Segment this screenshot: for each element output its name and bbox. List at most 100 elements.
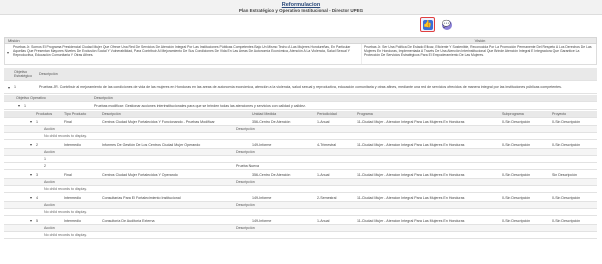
producto-row[interactable]: ▾ 5 Intermedio Consultoría De Auditoría Ext…: [4, 217, 597, 225]
accion-header: Acción Descripción: [4, 149, 597, 156]
accion-header: Acción Descripción: [4, 126, 597, 133]
producto-periodicidad: 1-Anual: [317, 172, 330, 177]
producto-tipo: Final: [64, 119, 72, 124]
vision-label: Visión: [474, 38, 486, 43]
accion-row[interactable]: 2 Prueba Nueva: [4, 163, 597, 170]
operativo-header: Objetivo Operativo Descripción: [4, 95, 597, 102]
comment-button[interactable]: 💬: [439, 17, 454, 32]
page-header: Reformulacion Plan Estratégico y Operati…: [0, 0, 602, 15]
collapse-toggle[interactable]: ▾: [14, 103, 22, 108]
col-accion: Acción: [44, 150, 55, 154]
operativo-row[interactable]: ▾ 1 Pruebas modificar: Gestionar accione…: [4, 102, 597, 110]
col-proyecto: Proyecto: [552, 112, 567, 116]
objetivo-numero: 1: [14, 85, 16, 89]
col-descripcion-producto: Descripción: [102, 112, 121, 116]
expand-toggle[interactable]: ▾: [26, 142, 34, 147]
producto-proyecto: Sin Descripción: [552, 172, 577, 177]
operativo-descripcion: Pruebas modificar: Gestionar acciones in…: [94, 103, 306, 108]
producto-descripcion: Centros Ciudad Mujer Fortalecidos Y Oper…: [102, 172, 178, 177]
accion-numero: 2: [44, 164, 46, 168]
producto-unidad: 149-Informe: [252, 142, 272, 147]
col-unidad-medida: Unidad Medida: [252, 112, 277, 116]
col-accion: Acción: [44, 226, 55, 230]
expand-toggle[interactable]: ▾: [26, 172, 34, 177]
producto-programa: 11-Ciudad Mujer - Atencion Integral Para…: [357, 218, 465, 223]
col-accion: Acción: [44, 180, 55, 184]
accion-descripcion: Prueba Nueva: [236, 164, 259, 168]
producto-unidad: 149-Informe: [252, 195, 272, 200]
toolbar: 👍 💬: [420, 17, 454, 32]
producto-periodicidad: 4-Trimestral: [317, 142, 337, 147]
producto-numero: 3: [36, 172, 38, 177]
producto-unidad: 149-Informe: [252, 218, 272, 223]
col-productos: Productos: [36, 112, 53, 116]
no-child-message: No child records to display.: [4, 232, 597, 239]
producto-periodicidad: 1-Anual: [317, 218, 330, 223]
producto-programa: 11-Ciudad Mujer - Atencion Integral Para…: [357, 172, 465, 177]
objetivo-row[interactable]: ▾ 1 Pruebas JR. Contribuir al mejoramien…: [4, 81, 597, 94]
producto-row[interactable]: ▾ 4 Intermedio Consultarías Para El Fortale…: [4, 194, 597, 202]
producto-proyecto: 0-Sin Descripción: [552, 218, 581, 223]
expand-toggle[interactable]: ▾: [26, 195, 34, 200]
expand-toggle[interactable]: ▾: [26, 119, 34, 124]
operativo-numero: 1: [24, 103, 26, 108]
col-tipo-producto: Tipo Producto: [64, 112, 87, 116]
producto-periodicidad: 2-Semestral: [317, 195, 337, 200]
no-child-text: No child records to display.: [44, 134, 87, 138]
producto-row[interactable]: ▾ 3 Final Centros Ciudad Mujer Fortalecidos…: [4, 171, 597, 179]
accion-header: Acción Descripción: [4, 225, 597, 232]
producto-descripcion: Consultarías Para El Fortalecimiento Ins…: [102, 195, 181, 200]
producto-proyecto: 0-Sin Descripción: [552, 142, 581, 147]
col-accion-descripcion: Descripción: [236, 180, 255, 184]
producto-proyecto: 0-Sin Descripción: [552, 195, 581, 200]
producto-proyecto: 0-Sin Descripción: [552, 119, 581, 124]
no-child-message: No child records to display.: [4, 186, 597, 193]
producto-subprograma: 0-Sin Descripción: [502, 195, 531, 200]
producto-programa: 11-Ciudad Mujer - Atencion Integral Para…: [357, 142, 465, 147]
producto-subprograma: 0-Sin Descripción: [502, 142, 531, 147]
col-accion-descripcion: Descripción: [236, 150, 255, 154]
col-subprograma: Subprograma: [502, 112, 524, 116]
producto-subprograma: 0-Sin Descripción: [502, 119, 531, 124]
objetivo-header: Objetivo Estratégico Descripción: [4, 68, 597, 81]
collapse-toggle[interactable]: ▾: [4, 85, 12, 90]
accion-numero: 1: [44, 157, 46, 161]
accion-header: Acción Descripción: [4, 202, 597, 209]
vision-text: Pruebas Jr. Ser Una Política De Estado E…: [361, 44, 596, 64]
mision-vision-row: ▾ Pruebas Jr. Somos El Programa Presiden…: [4, 44, 597, 65]
producto-numero: 1: [36, 119, 38, 124]
producto-tipo: Intermedio: [64, 195, 81, 200]
producto-tipo: Intermedio: [64, 218, 81, 223]
producto-row[interactable]: ▾ 2 Intermedio Informes De Gestión De Los C…: [4, 141, 597, 149]
expand-toggle[interactable]: ▾: [26, 218, 34, 223]
thumbs-up-icon: 👍: [422, 19, 433, 30]
producto-subprograma: 0-Sin Descripción: [502, 218, 531, 223]
col-programa: Programa: [357, 112, 373, 116]
no-child-message: No child records to display.: [4, 209, 597, 216]
mision-vision-header: Misión Visión: [4, 37, 597, 44]
col-accion-descripcion: Descripción: [236, 203, 255, 207]
mision-text: Pruebas Jr. Somos El Programa Presidenci…: [13, 45, 351, 57]
col-periodicidad: Periodicidad: [317, 112, 337, 116]
producto-numero: 4: [36, 195, 38, 200]
producto-unidad: 356-Centro De Atención: [252, 119, 291, 124]
page-subtitle: Plan Estratégico y Operativo Institucion…: [238, 8, 364, 13]
no-child-message: No child records to display.: [4, 133, 597, 140]
accion-row[interactable]: 1: [4, 156, 597, 163]
producto-row[interactable]: ▾ 1 Final Centros Ciudad Mujer Fortalecidos…: [4, 118, 597, 126]
producto-numero: 2: [36, 142, 38, 147]
productos-header: Productos Tipo Producto Descripción Unid…: [4, 111, 597, 118]
producto-tipo: Final: [64, 172, 72, 177]
producto-periodicidad: 1-Anual: [317, 119, 330, 124]
col-descripcion-operativo: Descripción: [94, 96, 113, 100]
col-objetivo-operativo: Objetivo Operativo: [16, 96, 46, 100]
producto-numero: 5: [36, 218, 38, 223]
mision-label: Misión: [8, 38, 20, 43]
col-accion: Acción: [44, 127, 55, 131]
producto-descripcion: Centros Ciudad Mujer Fortalecidos Y Func…: [102, 119, 215, 124]
producto-subprograma: 0-Sin Descripción: [502, 172, 531, 177]
chat-icon: 💬: [441, 19, 452, 30]
producto-programa: 11-Ciudad Mujer - Atencion Integral Para…: [357, 195, 465, 200]
approve-button[interactable]: 👍: [420, 17, 435, 32]
no-child-text: No child records to display.: [44, 187, 87, 191]
